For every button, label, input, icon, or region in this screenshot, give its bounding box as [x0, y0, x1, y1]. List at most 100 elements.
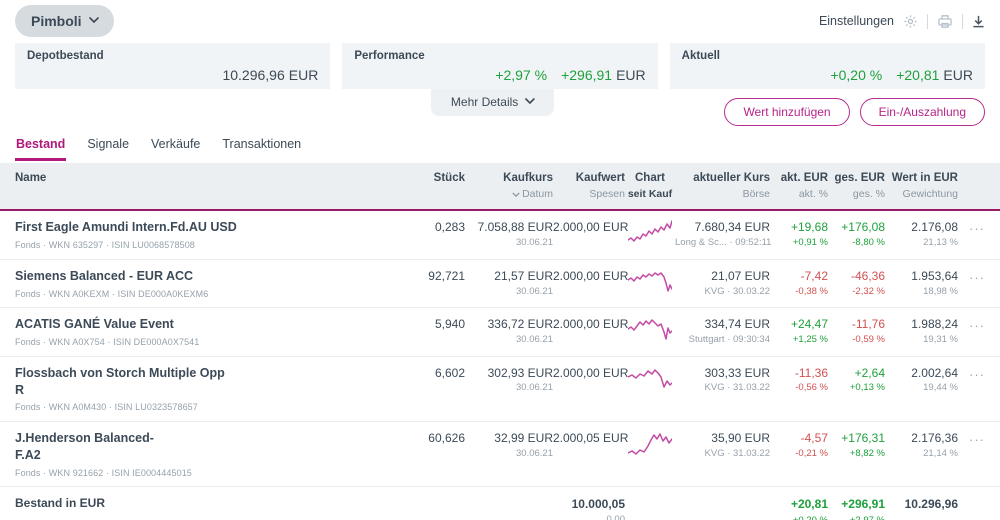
kurs-cell: 21,07 EURKVG · 30.03.22 — [675, 268, 770, 299]
ges-cell: +176,08-8,80 % — [828, 219, 885, 250]
kaufwert-cell: 2.000,00 EUR — [553, 268, 625, 285]
print-icon[interactable] — [937, 14, 953, 29]
fund-meta: Fonds · WKN A0M430 · ISIN LU0323578657 — [15, 401, 400, 414]
row-menu-button[interactable]: ··· — [958, 430, 985, 447]
kaufkurs-cell: 32,99 EUR30.06.21 — [465, 430, 553, 461]
fund-meta: Fonds · WKN 921662 · ISIN IE0004445015 — [15, 467, 400, 480]
stueck-cell: 60,626 — [400, 430, 465, 447]
kaufkurs-cell: 21,57 EUR30.06.21 — [465, 268, 553, 299]
kurs-cell: 334,74 EURStuttgart · 09:30:34 — [675, 316, 770, 347]
kaufkurs-cell: 302,93 EUR30.06.21 — [465, 365, 553, 396]
fund-name-line2: R — [15, 382, 400, 399]
depot-card-value: 10.296,96EUR — [27, 67, 318, 83]
performance-card-value: +2,97 % +296,91EUR — [354, 67, 645, 83]
row-menu-button[interactable]: ··· — [958, 219, 985, 236]
tab-transaktionen[interactable]: Transaktionen — [221, 133, 302, 161]
divider — [962, 14, 963, 29]
total-akt-cell: +20,81+0,20 % — [770, 496, 828, 520]
tab-bestand[interactable]: Bestand — [15, 133, 66, 161]
row-menu-button[interactable]: ··· — [958, 316, 985, 333]
ges-cell: -46,36-2,32 % — [828, 268, 885, 299]
gear-icon[interactable] — [903, 14, 918, 29]
top-bar: Pimboli Einstellungen — [0, 0, 1000, 42]
download-icon[interactable] — [972, 15, 985, 28]
kaufwert-cell: 2.000,00 EUR — [553, 316, 625, 333]
portfolio-name: Pimboli — [31, 13, 82, 29]
stueck-cell: 6,602 — [400, 365, 465, 382]
table-row: Flossbach von Storch Multiple Opp R Fond… — [0, 357, 1000, 422]
stueck-cell: 0,283 — [400, 219, 465, 236]
wert-cell: 1.988,2419,31 % — [885, 316, 958, 347]
table-row: J.Henderson Balanced- F.A2 Fonds · WKN 9… — [0, 422, 1000, 487]
wert-cell: 2.176,0821,13 % — [885, 219, 958, 250]
summary-cards: Depotbestand 10.296,96EUR Performance +2… — [15, 43, 985, 89]
fund-name[interactable]: Flossbach von Storch Multiple Opp — [15, 365, 400, 382]
table-row: Siemens Balanced - EUR ACC Fonds · WKN A… — [0, 260, 1000, 308]
col-chart[interactable]: Chartseit Kauf — [625, 171, 675, 202]
kaufwert-cell: 2.000,00 EUR — [553, 365, 625, 382]
kaufkurs-cell: 336,72 EUR30.06.21 — [465, 316, 553, 347]
tab-strip: Bestand Signale Verkäufe Transaktionen — [15, 133, 985, 161]
kurs-cell: 7.680,34 EURLong & Sc... · 09:52:11 — [675, 219, 770, 250]
total-ges-cell: +296,91+2,97 % — [828, 496, 885, 520]
akt-cell: +24,47+1,25 % — [770, 316, 828, 347]
kaufwert-cell: 2.000,00 EUR — [553, 219, 625, 236]
fund-name[interactable]: Siemens Balanced - EUR ACC — [15, 268, 400, 285]
akt-cell: +19,68+0,91 % — [770, 219, 828, 250]
sort-chevron-icon — [512, 187, 520, 195]
akt-cell: -7,42-0,38 % — [770, 268, 828, 299]
deposit-withdraw-button[interactable]: Ein-/Auszahlung — [860, 98, 985, 126]
col-ges-eur[interactable]: ges. EURges. % — [828, 171, 885, 202]
depot-card-label: Depotbestand — [27, 50, 318, 62]
aktuell-card-value: +0,20 % +20,81EUR — [682, 67, 973, 83]
table-row: First Eagle Amundi Intern.Fd.AU USD Fond… — [0, 211, 1000, 259]
wert-cell: 2.002,6419,44 % — [885, 365, 958, 396]
details-band: Mehr Details Wert hinzufügen Ein-/Auszah… — [15, 89, 985, 125]
add-value-button[interactable]: Wert hinzufügen — [724, 98, 849, 126]
akt-cell: -4,57-0,21 % — [770, 430, 828, 461]
col-stueck[interactable]: Stück — [400, 171, 465, 187]
fund-meta: Fonds · WKN A0X754 · ISIN DE000A0X7541 — [15, 336, 400, 349]
wert-cell: 2.176,3621,14 % — [885, 430, 958, 461]
akt-cell: -11,36-0,56 % — [770, 365, 828, 396]
sparkline-chart[interactable] — [628, 268, 672, 294]
row-menu-button[interactable]: ··· — [958, 365, 985, 382]
col-kaufwert[interactable]: KaufwertSpesen — [553, 171, 625, 202]
fund-name[interactable]: First Eagle Amundi Intern.Fd.AU USD — [15, 219, 400, 236]
col-name[interactable]: Name — [15, 171, 400, 187]
performance-card: Performance +2,97 % +296,91EUR — [342, 43, 657, 89]
total-wert: 10.296,96 — [885, 496, 958, 513]
fund-name-line2: F.A2 — [15, 447, 400, 464]
kaufwert-cell: 2.000,05 EUR — [553, 430, 625, 447]
col-aktueller-kurs[interactable]: aktueller KursBörse — [675, 171, 770, 202]
ges-cell: +176,31+8,82 % — [828, 430, 885, 461]
sparkline-chart[interactable] — [628, 430, 672, 456]
ges-cell: -11,76-0,59 % — [828, 316, 885, 347]
chevron-down-icon — [89, 17, 98, 26]
row-menu-button[interactable]: ··· — [958, 268, 985, 285]
depot-card: Depotbestand 10.296,96EUR — [15, 43, 330, 89]
sparkline-chart[interactable] — [628, 365, 672, 391]
fund-name[interactable]: J.Henderson Balanced- — [15, 430, 400, 447]
more-details-button[interactable]: Mehr Details — [431, 89, 554, 116]
tab-verkaeufe[interactable]: Verkäufe — [150, 133, 201, 161]
portfolio-selector[interactable]: Pimboli — [15, 5, 114, 37]
fund-meta: Fonds · WKN A0KEXM · ISIN DE000A0KEXM6 — [15, 288, 400, 301]
sparkline-chart[interactable] — [628, 316, 672, 342]
kaufkurs-cell: 7.058,88 EUR30.06.21 — [465, 219, 553, 250]
total-bestand-label: Bestand in EUR — [15, 496, 400, 510]
sparkline-chart[interactable] — [628, 219, 672, 245]
tab-signale[interactable]: Signale — [86, 133, 130, 161]
fund-name[interactable]: ACATIS GANÉ Value Event — [15, 316, 400, 333]
performance-card-label: Performance — [354, 50, 645, 62]
wert-cell: 1.953,6418,98 % — [885, 268, 958, 299]
kurs-cell: 303,33 EURKVG · 31.03.22 — [675, 365, 770, 396]
stueck-cell: 92,721 — [400, 268, 465, 285]
col-wert[interactable]: Wert in EURGewichtung — [885, 171, 958, 202]
col-kaufkurs[interactable]: Kaufkurs Datum — [465, 171, 553, 202]
settings-link[interactable]: Einstellungen — [819, 14, 894, 28]
fund-meta: Fonds · WKN 635297 · ISIN LU0068578508 — [15, 239, 400, 252]
col-akt-eur[interactable]: akt. EURakt. % — [770, 171, 828, 202]
stueck-cell: 5,940 — [400, 316, 465, 333]
aktuell-card: Aktuell +0,20 % +20,81EUR — [670, 43, 985, 89]
